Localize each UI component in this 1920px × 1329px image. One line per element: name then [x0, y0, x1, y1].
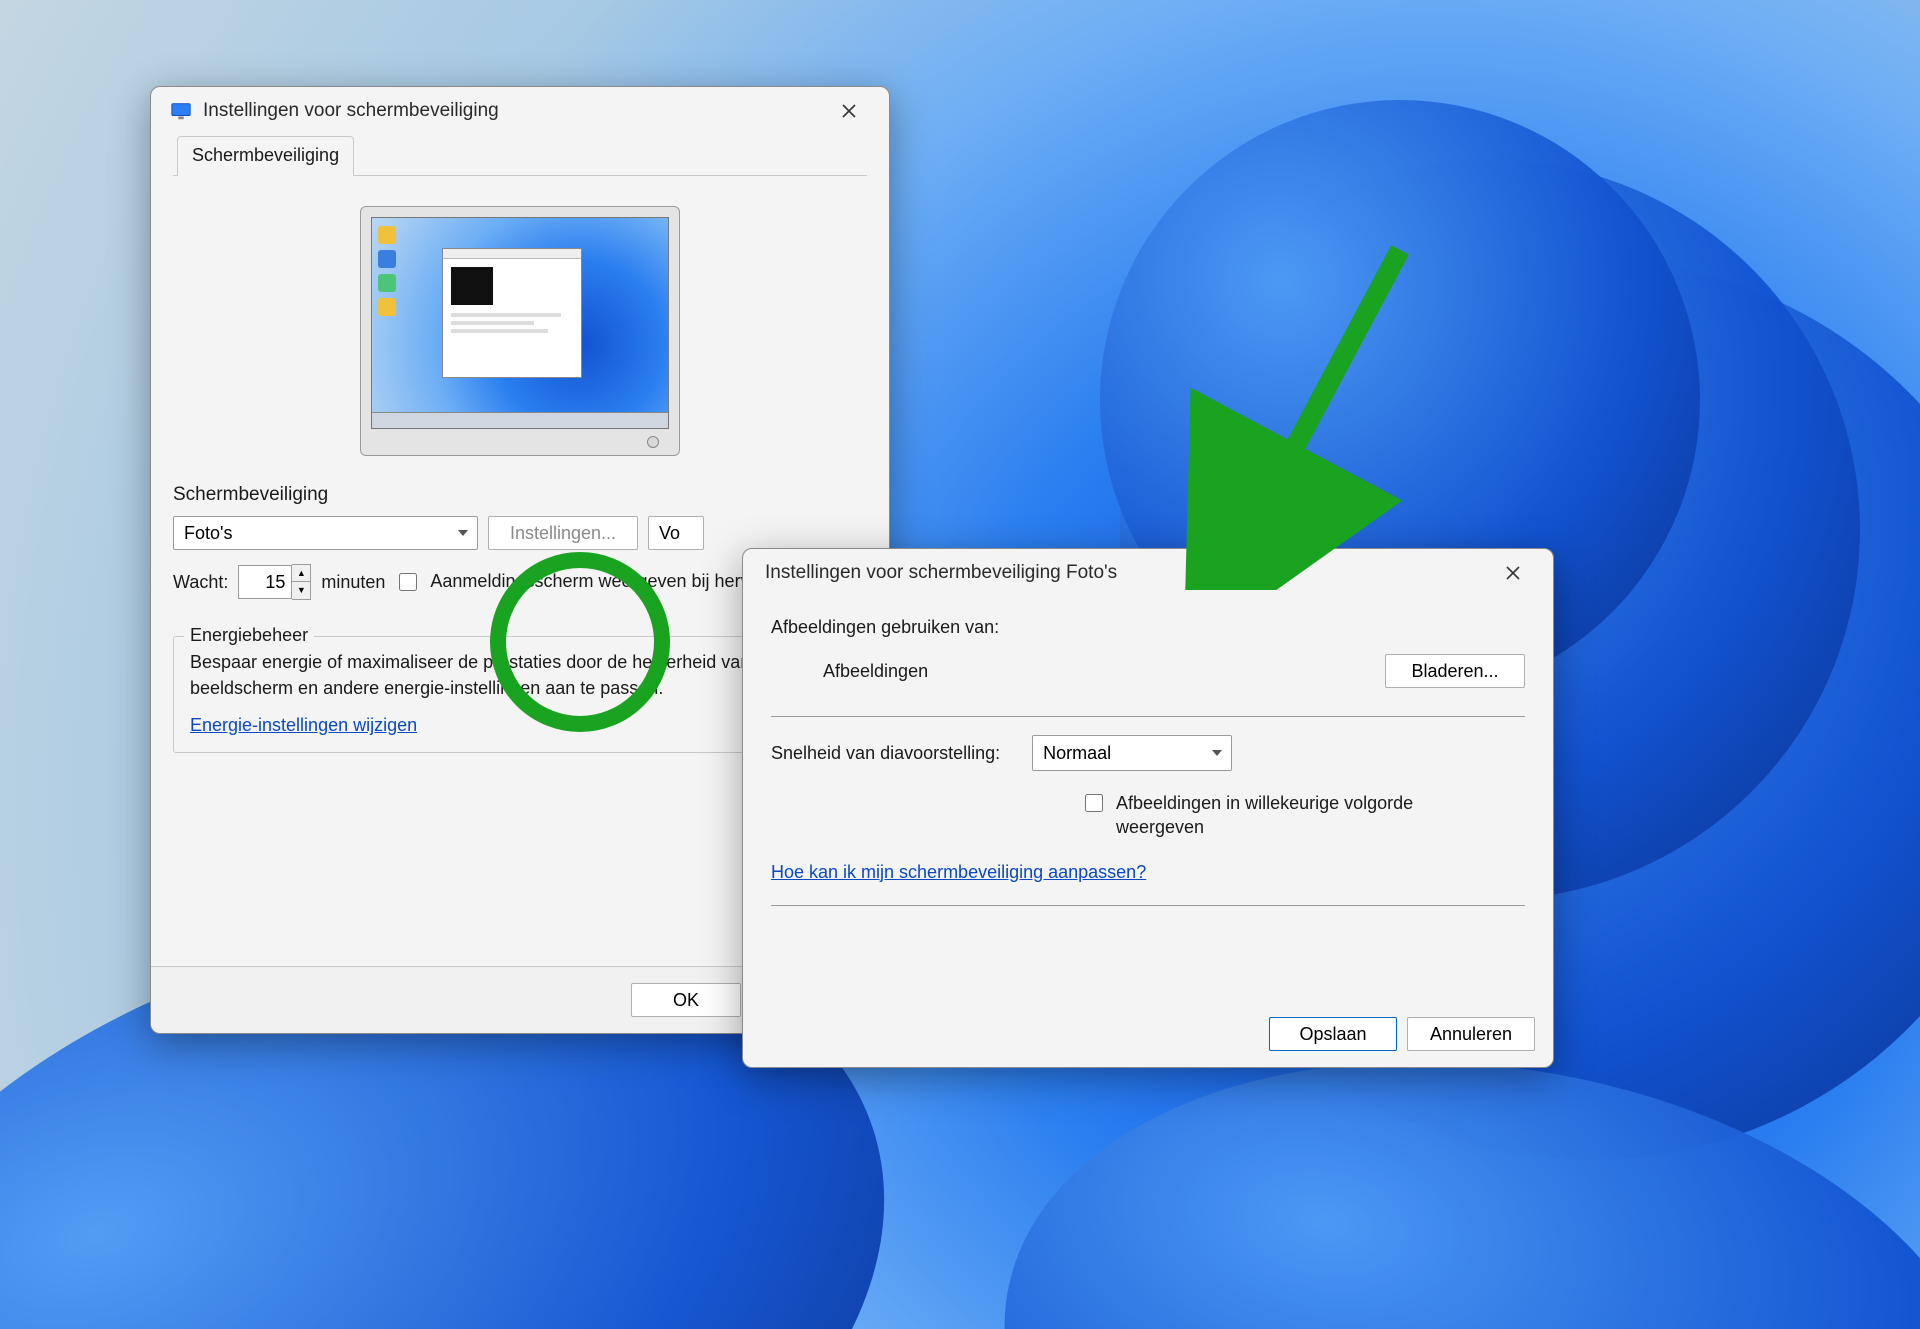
browse-button[interactable]: Bladeren...	[1385, 654, 1525, 688]
desktop-wallpaper: Instellingen voor schermbeveiliging Sche…	[0, 0, 1920, 1329]
dialog-footer: Opslaan Annuleren	[743, 1013, 1553, 1067]
screensaver-preview	[173, 176, 867, 466]
cancel-button[interactable]: Annuleren	[1407, 1017, 1535, 1051]
tab-strip: Schermbeveiliging	[173, 135, 867, 176]
shuffle-label: Afbeeldingen in willekeurige volgorde we…	[1116, 791, 1476, 840]
use-images-label: Afbeeldingen gebruiken van:	[771, 617, 1525, 638]
preview-monitor	[360, 206, 680, 456]
wait-label: Wacht:	[173, 572, 228, 593]
wait-value-input[interactable]	[238, 565, 292, 599]
close-button[interactable]	[827, 93, 871, 129]
close-button[interactable]	[1491, 555, 1535, 591]
wait-unit-label: minuten	[321, 572, 385, 593]
app-icon	[169, 99, 193, 123]
settings-button[interactable]: Instellingen...	[488, 516, 638, 550]
screensaver-select[interactable]: Foto's	[173, 516, 478, 550]
separator	[771, 905, 1525, 906]
separator	[771, 716, 1525, 717]
energy-legend: Energiebeheer	[184, 625, 314, 646]
resume-lock-checkbox[interactable]	[399, 573, 417, 591]
slideshow-speed-label: Snelheid van diavoorstelling:	[771, 743, 1000, 764]
images-folder-value: Afbeeldingen	[771, 661, 928, 682]
tab-screensaver[interactable]: Schermbeveiliging	[177, 136, 354, 176]
wait-spinner[interactable]: ▲ ▼	[238, 564, 311, 600]
screensaver-group-label: Schermbeveiliging	[173, 484, 867, 506]
energy-settings-link[interactable]: Energie-instellingen wijzigen	[190, 715, 417, 735]
shuffle-checkbox[interactable]	[1085, 794, 1103, 812]
slideshow-speed-select[interactable]: Normaal	[1032, 735, 1232, 771]
photos-screensaver-settings-dialog: Instellingen voor schermbeveiliging Foto…	[742, 548, 1554, 1068]
wait-spin-down[interactable]: ▼	[292, 582, 310, 599]
dialog-title: Instellingen voor schermbeveiliging	[203, 100, 827, 122]
dialog-title: Instellingen voor schermbeveiliging Foto…	[761, 562, 1491, 584]
wait-spin-up[interactable]: ▲	[292, 565, 310, 582]
titlebar[interactable]: Instellingen voor schermbeveiliging	[151, 87, 889, 135]
save-button[interactable]: Opslaan	[1269, 1017, 1397, 1051]
help-link[interactable]: Hoe kan ik mijn schermbeveiliging aanpas…	[771, 862, 1525, 883]
preview-button[interactable]: Vo	[648, 516, 704, 550]
ok-button[interactable]: OK	[631, 983, 741, 1017]
titlebar[interactable]: Instellingen voor schermbeveiliging Foto…	[743, 549, 1553, 597]
